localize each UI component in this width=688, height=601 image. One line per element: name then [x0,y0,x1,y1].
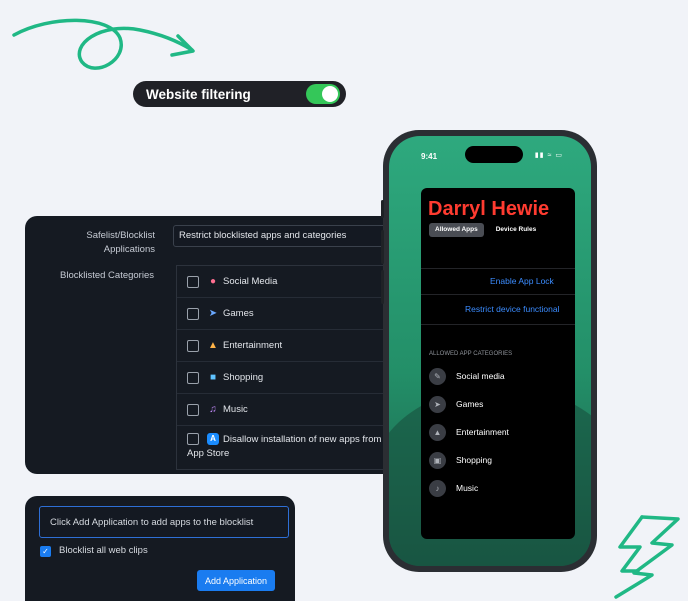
allowed-category-label: Games [456,399,484,409]
shopping-icon: ■ [209,372,217,383]
category-row-social-media[interactable]: ● Social Media [177,266,405,298]
phone-side-button [381,230,384,264]
blocklist-apps-panel: Click Add Application to add apps to the… [25,496,295,601]
blocklisted-categories-label: Blocklisted Categories [60,270,154,281]
toggle-knob [322,86,338,102]
disallow-label-line2: App Store [187,448,230,459]
category-label: Games [223,308,254,319]
category-row-music[interactable]: ♫ Music [177,394,405,426]
blocklist-web-clips-checkbox[interactable]: ✓ [40,546,51,557]
status-time: 9:41 [421,152,438,161]
cart-icon: ▣ [429,451,446,469]
allowed-category-row[interactable]: ♪ Music [429,479,478,497]
device-rules-app: Darryl Hewie Allowed Apps Device Rules E… [421,188,575,539]
allowed-category-row[interactable]: ➤ Games [429,395,483,413]
enable-app-lock-link[interactable]: Enable App Lock [490,276,554,286]
safelist-label-line1: Safelist/Blocklist [86,230,155,241]
phone-mockup: 9:41 ▮▮ ≈ ▭ Darryl Hewie Allowed Apps De… [381,130,597,572]
chat-icon: ✎ [429,367,446,385]
website-filtering-pill: Website filtering [133,81,346,107]
rocket-icon: ➤ [208,308,218,319]
allowed-category-label: Music [456,483,479,493]
category-label: Entertainment [223,340,283,351]
phone-side-button [381,270,384,304]
allowed-category-label: Entertainment [456,427,509,437]
allowed-category-row[interactable]: ✎ Social media [429,367,505,385]
disallow-label-line1: Disallow installation of new apps from [223,434,382,445]
tab-bar: Allowed Apps Device Rules [429,223,575,237]
category-checkbox[interactable] [187,339,199,352]
website-filtering-label: Website filtering [146,86,251,102]
battery-icon: ▭ [555,152,563,159]
safelist-blocklist-label: Safelist/Blocklist Applications [57,229,155,257]
allowed-categories-heading: ALLOWED APP CATEGORIES [429,351,513,357]
lightning-bolt-decoration [614,515,680,599]
allowed-category-label: Shopping [456,455,492,465]
social-media-icon: ● [209,276,217,287]
category-label: Social Media [223,276,278,287]
category-row-shopping[interactable]: ■ Shopping [177,362,405,394]
tab-allowed-apps[interactable]: Allowed Apps [429,223,484,237]
restriction-mode-value: Restrict blocklisted apps and categories [179,230,347,241]
blocklist-apps-field[interactable]: Click Add Application to add apps to the… [39,506,289,538]
app-store-icon: A [207,433,219,446]
category-row-entertainment[interactable]: ▲ Entertainment [177,330,405,362]
add-application-button[interactable]: Add Application [197,570,275,591]
tab-device-rules[interactable]: Device Rules [490,223,542,237]
wifi-icon: ≈ [547,152,553,159]
divider [421,324,575,325]
category-checkbox[interactable] [187,307,199,320]
music-note-icon: ♪ [429,479,446,497]
swirl-arrow-decoration [12,18,195,70]
user-name-title: Darryl Hewie [428,198,550,220]
category-label: Music [223,404,248,415]
category-label: Shopping [223,372,264,383]
category-checkbox[interactable] [187,403,199,416]
disallow-app-store-checkbox[interactable] [187,433,199,446]
blocklist-web-clips-label: Blocklist all web clips [59,545,148,556]
rocket-icon: ➤ [429,395,446,413]
popcorn-icon: ▲ [429,423,446,441]
safelist-label-line2: Applications [103,244,155,255]
divider [421,294,575,295]
dynamic-island [465,146,523,163]
blocklist-apps-placeholder: Click Add Application to add apps to the… [50,517,254,528]
status-icons: ▮▮ ≈ ▭ [535,151,563,159]
restriction-mode-select[interactable]: Restrict blocklisted apps and categories [173,225,405,247]
music-icon: ♫ [209,404,217,415]
signal-icon: ▮▮ [534,152,545,159]
blocklisted-categories-list: ● Social Media ➤ Games ▲ Entertainment ■… [176,265,405,470]
divider [421,268,575,269]
allowed-category-row[interactable]: ▣ Shopping [429,451,492,469]
allowed-category-row[interactable]: ▲ Entertainment [429,423,509,441]
website-filtering-toggle[interactable] [306,84,340,104]
phone-side-button [381,200,384,218]
category-checkbox[interactable] [187,371,199,384]
category-row-games[interactable]: ➤ Games [177,298,405,330]
category-checkbox[interactable] [187,275,199,288]
disallow-app-store-row[interactable]: A Disallow installation of new apps from … [177,426,405,468]
restrict-device-functionality-link[interactable]: Restrict device functional [465,304,560,314]
phone-screen: 9:41 ▮▮ ≈ ▭ Darryl Hewie Allowed Apps De… [389,136,591,566]
popcorn-icon: ▲ [208,340,218,351]
allowed-category-label: Social media [456,371,505,381]
app-restriction-panel: Safelist/Blocklist Applications Restrict… [25,216,405,474]
